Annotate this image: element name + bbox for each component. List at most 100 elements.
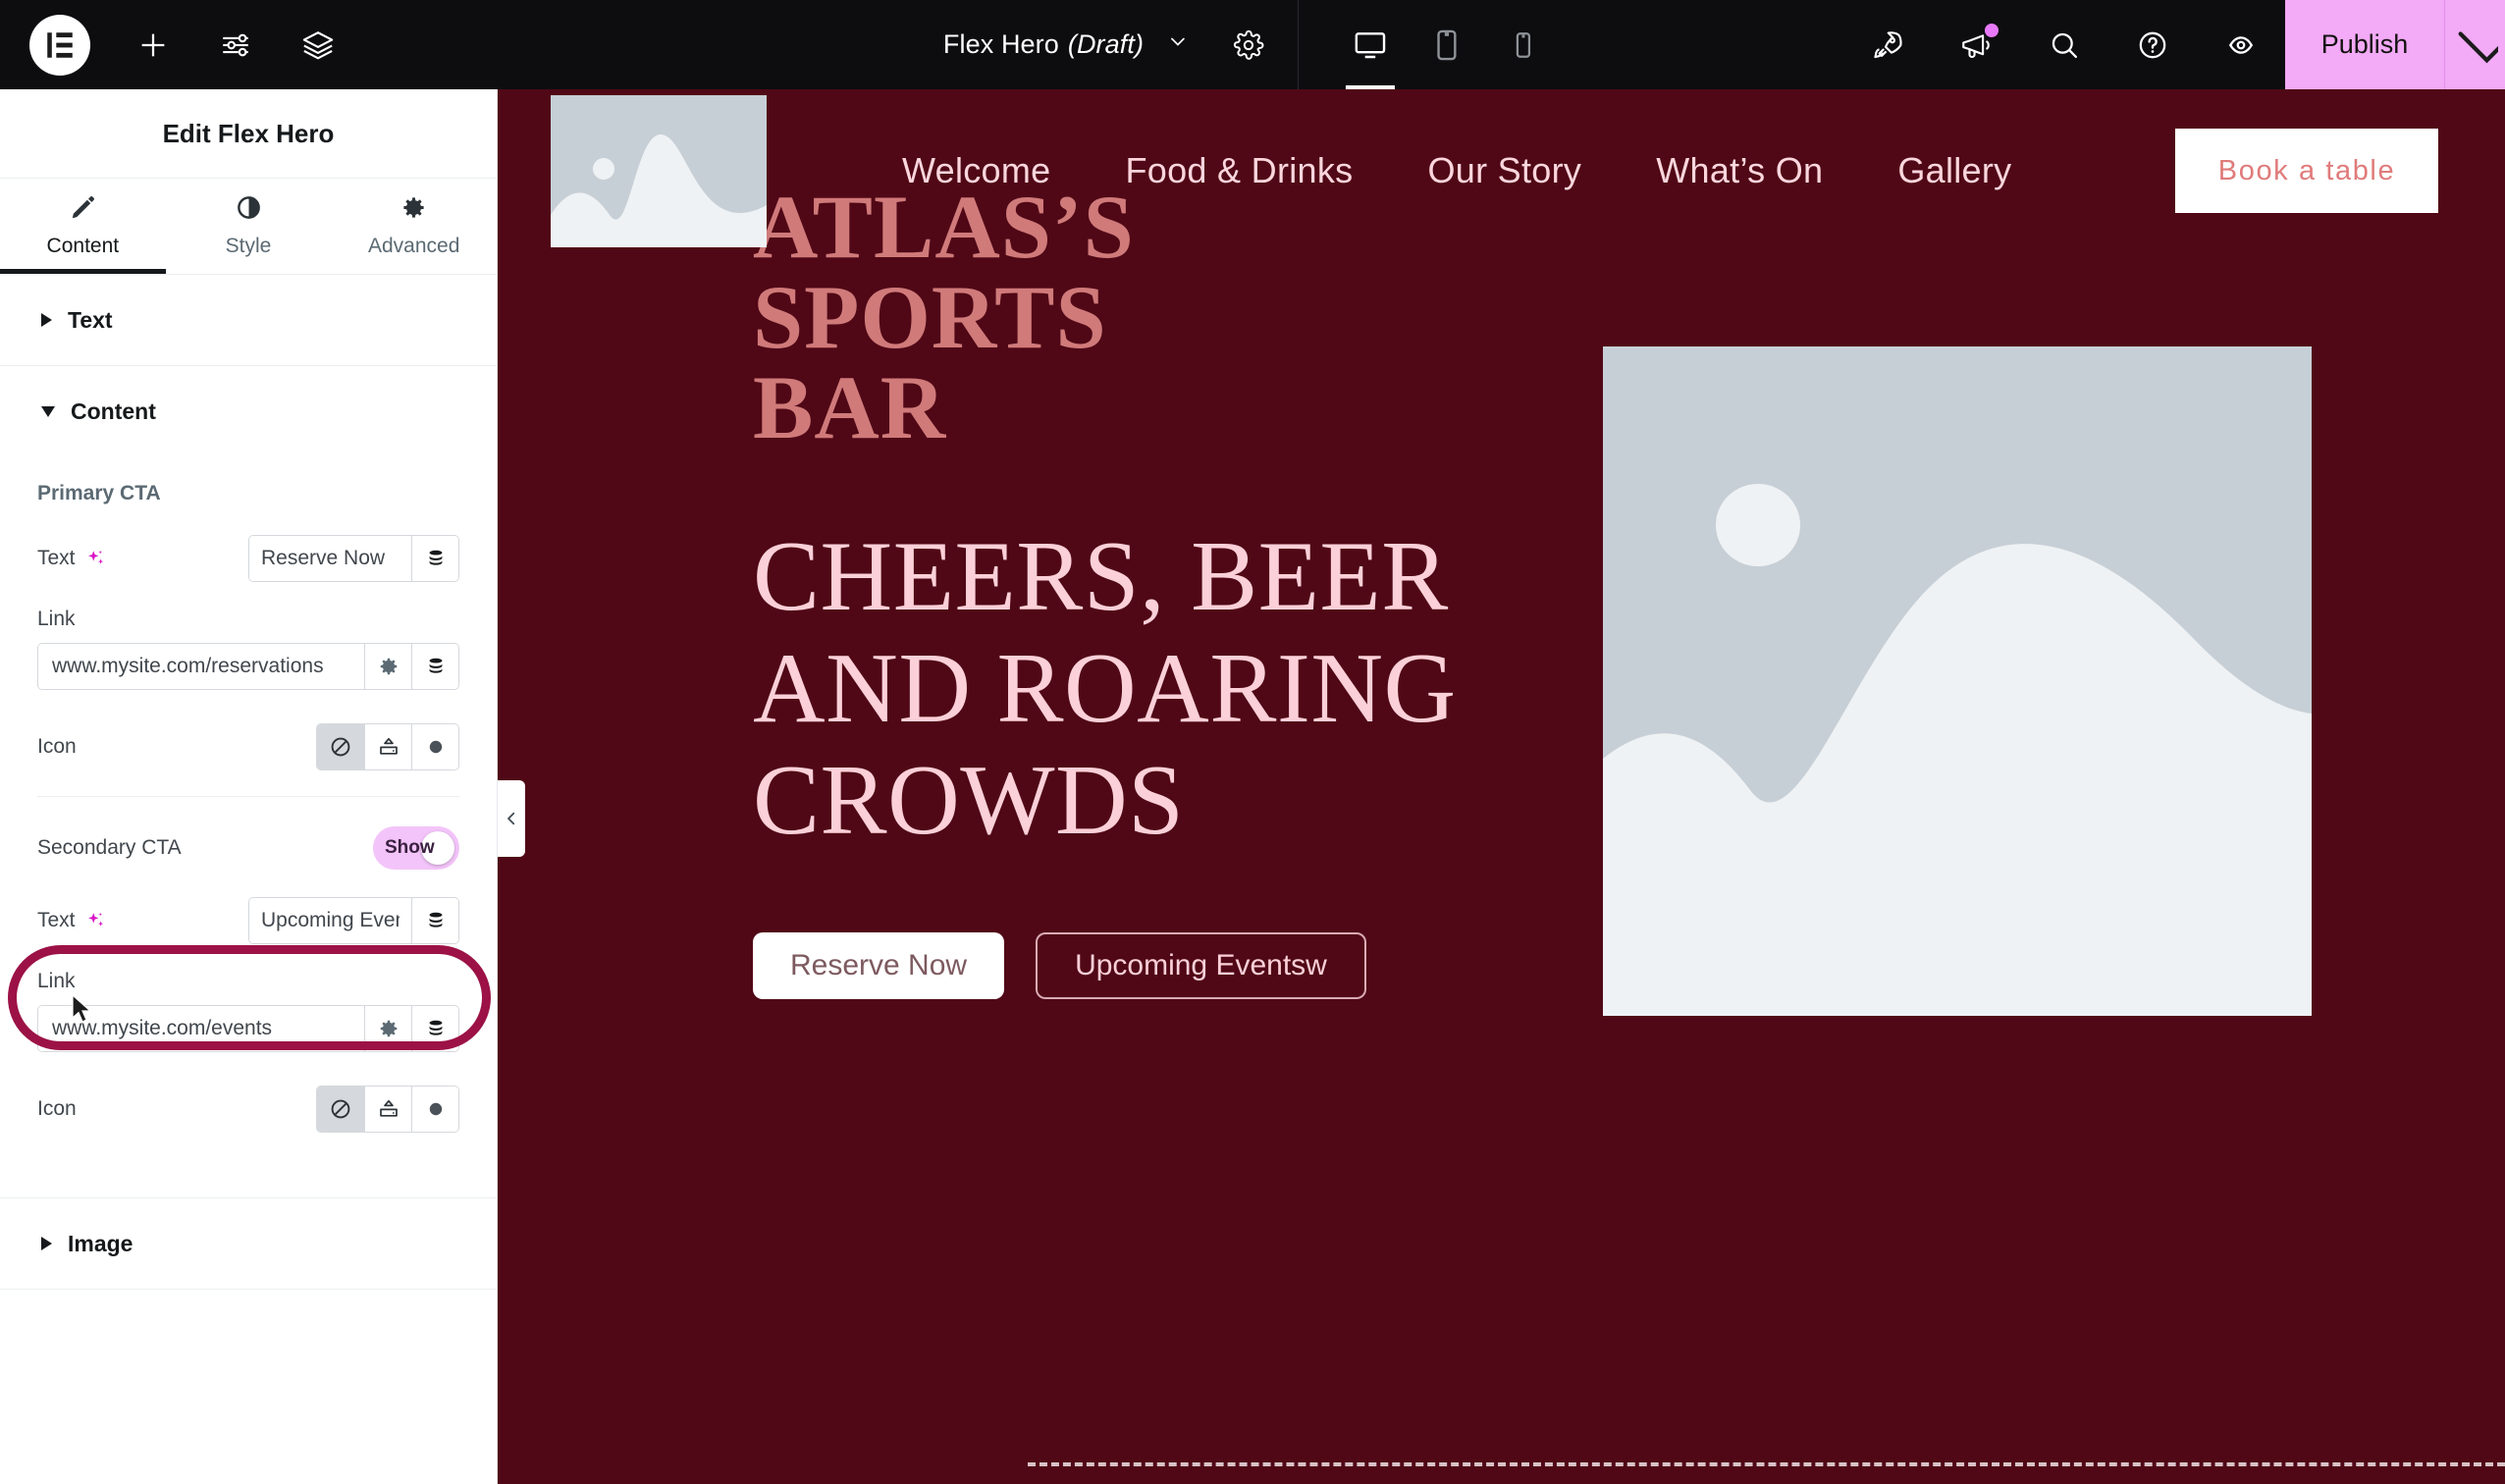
hero-eyebrow-line3: BAR [753, 357, 947, 457]
sliders-icon[interactable] [194, 0, 277, 89]
tab-content-label: Content [46, 235, 120, 257]
hero-section: ATLAS’S SPORTS BAR CHEERS, BEER AND ROAR… [498, 182, 2505, 1016]
hero-primary-cta-button[interactable]: Reserve Now [753, 931, 1005, 999]
publish-button[interactable]: Publish [2285, 0, 2444, 89]
megaphone-icon[interactable] [1932, 0, 2020, 89]
plus-icon[interactable] [112, 0, 194, 89]
tab-content[interactable]: Content [0, 179, 166, 274]
section-text-label: Text [68, 306, 113, 333]
page-settings-gear-icon[interactable] [1233, 29, 1264, 61]
device-desktop[interactable] [1332, 0, 1409, 89]
primary-cta-link-input[interactable] [38, 644, 364, 689]
filled-circle-icon[interactable] [411, 1086, 458, 1132]
secondary-cta-text-row: Text [37, 897, 459, 944]
section-image-header[interactable]: Image [0, 1198, 497, 1289]
document-title[interactable]: Flex Hero (Draft) [943, 29, 1190, 60]
device-tablet[interactable] [1409, 0, 1485, 89]
primary-cta-group-label: Primary CTA [37, 482, 161, 504]
hero-eyebrow-line1: ATLAS’S [753, 177, 1135, 277]
nav-link-gallery[interactable]: Gallery [1860, 150, 2049, 191]
notification-badge [1985, 24, 1999, 37]
primary-cta-text-input[interactable] [249, 536, 411, 581]
elementor-logo-icon[interactable] [29, 14, 90, 76]
secondary-cta-group-label: Secondary CTA [37, 836, 182, 859]
secondary-cta-link-field: Link [37, 970, 459, 1052]
upload-tray-icon[interactable] [364, 1086, 411, 1132]
database-stack-icon[interactable] [411, 898, 458, 943]
secondary-cta-show-label: Show [385, 837, 435, 858]
chevron-down-icon[interactable] [1166, 29, 1190, 53]
triangle-down-icon [41, 405, 55, 417]
panel-header: Edit Flex Hero [0, 89, 497, 179]
ai-sparkle-icon[interactable] [85, 910, 107, 931]
secondary-cta-link-input[interactable] [38, 1006, 364, 1051]
publish-options-chevron-down-icon[interactable] [2444, 0, 2505, 89]
book-a-table-button[interactable]: Book a table [2175, 129, 2438, 213]
site-logo-image-placeholder-icon[interactable] [551, 94, 767, 247]
section-content-label: Content [71, 398, 156, 424]
primary-cta-icon-choices [316, 723, 459, 770]
upload-tray-icon[interactable] [364, 724, 411, 769]
primary-cta-link-field: Link [37, 608, 459, 690]
secondary-cta-text-label-text: Text [37, 909, 76, 931]
link-options-gear-icon[interactable] [364, 644, 411, 689]
primary-cta-text-label-text: Text [37, 547, 76, 569]
gear-icon [400, 194, 427, 226]
primary-cta-link-control [37, 643, 459, 690]
section-text-header[interactable]: Text [0, 275, 497, 365]
triangle-right-icon [41, 313, 52, 327]
secondary-cta-link-control [37, 1005, 459, 1052]
section-content-header[interactable]: Content [0, 366, 497, 456]
no-entry-icon[interactable] [317, 724, 364, 769]
primary-cta-link-label: Link [37, 608, 76, 630]
primary-cta-icon-label: Icon [37, 735, 77, 758]
document-title-text: Flex Hero [942, 29, 1059, 59]
primary-cta-icon-row: Icon [37, 723, 459, 770]
no-entry-icon[interactable] [317, 1086, 364, 1132]
question-circle-icon[interactable] [2108, 0, 2197, 89]
secondary-cta-text-control [248, 897, 459, 944]
search-icon[interactable] [2020, 0, 2108, 89]
filled-circle-icon[interactable] [411, 724, 458, 769]
rocket-icon[interactable] [1843, 0, 1932, 89]
eye-icon[interactable] [2197, 0, 2285, 89]
nav-link-whats-on[interactable]: What’s On [1619, 150, 1860, 191]
primary-cta-text-control [248, 535, 459, 582]
tab-advanced[interactable]: Advanced [331, 179, 497, 274]
contrast-half-circle-icon [236, 194, 262, 226]
hero-eyebrow-line2: SPORTS [753, 267, 1107, 367]
primary-cta-text-label: Text [37, 547, 107, 570]
section-content-body: Primary CTA Text Reserve Now Link www.my… [0, 482, 497, 1197]
secondary-cta-toggle-row: Secondary CTA Show [37, 824, 459, 872]
section-image-label: Image [68, 1230, 133, 1256]
top-bar-left-tools [0, 0, 359, 89]
panel-tabs: Content Style Advanced [0, 179, 497, 275]
document-status-text: (Draft) [1067, 29, 1145, 59]
link-options-gear-icon[interactable] [364, 1006, 411, 1051]
widget-settings-panel: Edit Flex Hero Content Style Advanced Te… [0, 89, 498, 1484]
database-stack-icon[interactable] [411, 536, 458, 581]
database-stack-icon[interactable] [411, 644, 458, 689]
panel-title: Edit Flex Hero [162, 118, 335, 148]
layers-icon[interactable] [277, 0, 359, 89]
secondary-cta-show-toggle[interactable]: Show [373, 826, 459, 870]
hero-secondary-cta-button[interactable]: Upcoming Eventsw [1036, 931, 1366, 999]
database-stack-icon[interactable] [411, 1006, 458, 1051]
top-bar-right-tools: Publish [1843, 0, 2505, 89]
hero-image-placeholder-icon[interactable] [1603, 346, 2312, 1016]
secondary-cta-text-label: Text [37, 909, 107, 932]
site-preview-canvas: Welcome Food & Drinks Our Story What’s O… [498, 89, 2505, 1484]
tab-style[interactable]: Style [166, 179, 332, 274]
primary-cta-text-row: Text [37, 535, 459, 582]
device-mobile[interactable] [1485, 0, 1562, 89]
secondary-cta-icon-choices [316, 1086, 459, 1133]
section-bottom-dashed-guide [1028, 1462, 2505, 1466]
secondary-cta-text-input[interactable] [249, 898, 411, 943]
hero-cta-buttons: Reserve Now Upcoming Eventsw [753, 931, 1473, 999]
panel-collapse-handle[interactable] [498, 780, 525, 857]
secondary-cta-icon-label: Icon [37, 1097, 77, 1120]
editor-top-bar: Flex Hero (Draft) Publish [0, 0, 2505, 89]
hero-eyebrow: ATLAS’S SPORTS BAR [753, 182, 1473, 452]
ai-sparkle-icon[interactable] [85, 548, 107, 569]
secondary-cta-link-label: Link [37, 970, 76, 992]
